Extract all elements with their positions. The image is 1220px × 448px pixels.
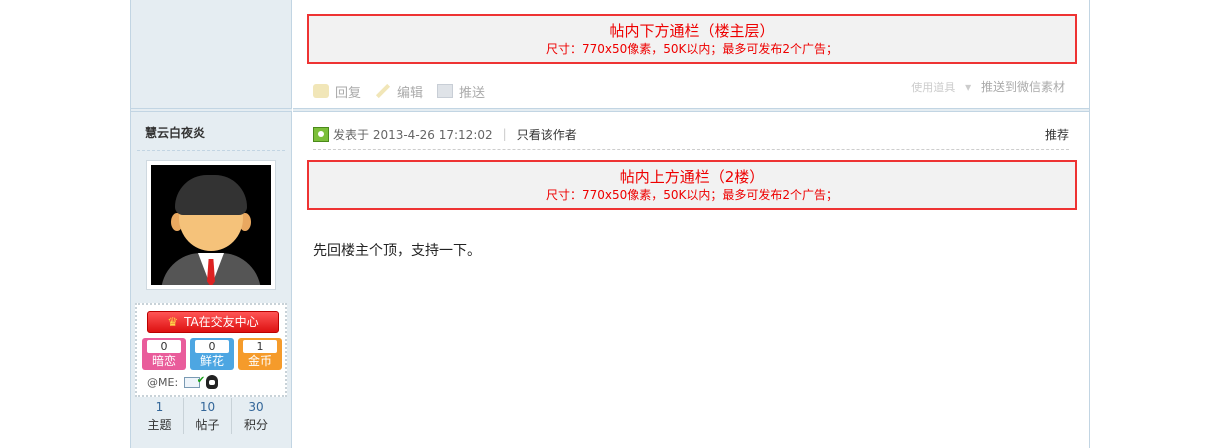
post-tools-right: 使用道具 ▾ 推送到微信素材: [911, 78, 1065, 95]
stat-value: 0: [195, 340, 229, 353]
post-date: 发表于 2013-4-26 17:12:02: [333, 127, 493, 142]
avatar[interactable]: [146, 160, 276, 290]
edit-label: 编辑: [397, 85, 424, 101]
count-label: 积分: [243, 418, 268, 432]
push-button[interactable]: 推送: [437, 80, 485, 102]
author-only-link[interactable]: 只看该作者: [517, 126, 577, 143]
post-header: 发表于 2013-4-26 17:12:02 | 只看该作者 推荐: [313, 124, 1069, 144]
mail-icon[interactable]: [184, 375, 205, 388]
ad-banner-top[interactable]: 帖内下方通栏（楼主层） 尺寸：770x50像素，50K以内；最多可发布2个广告；: [307, 14, 1077, 64]
stat-label: 鲜花: [199, 354, 224, 368]
reply-label: 回复: [335, 85, 362, 101]
stat-value: 0: [147, 340, 181, 353]
count-posts[interactable]: 10 帖子: [184, 398, 232, 434]
avatar-image: [151, 165, 271, 285]
dating-card: ♛ TA在交友中心 0 暗恋 0 鲜花 1 金币 @ME:: [135, 303, 287, 397]
stat-secret-love[interactable]: 0 暗恋: [142, 338, 186, 370]
push-label: 推送: [459, 85, 486, 101]
reply-icon: [313, 84, 329, 98]
ad-title: 帖内上方通栏（2楼）: [619, 168, 765, 186]
count-threads[interactable]: 1 主题: [136, 398, 184, 434]
edit-button[interactable]: 编辑: [375, 80, 423, 102]
floor-separator: [293, 108, 1089, 112]
stat-coins[interactable]: 1 金币: [238, 338, 282, 370]
post-table: 慧云白夜炎 ♛ TA在交友中心 0 暗恋 0 鲜花 1 金币 @ME: ✔ 1 …: [130, 0, 1090, 448]
count-value: 10: [199, 400, 216, 414]
stat-flowers[interactable]: 0 鲜花: [190, 338, 234, 370]
ad-subtitle: 尺寸：770x50像素，50K以内；最多可发布2个广告；: [545, 42, 839, 56]
me-label: @ME:: [147, 375, 179, 389]
me-row: @ME:: [147, 375, 219, 389]
author-name[interactable]: 慧云白夜炎: [145, 124, 205, 141]
author-sidebar: 慧云白夜炎 ♛ TA在交友中心 0 暗恋 0 鲜花 1 金币 @ME: ✔ 1 …: [131, 0, 292, 448]
floor-separator-side: [131, 108, 292, 112]
push-wechat-link[interactable]: 推送到微信素材: [981, 80, 1065, 94]
use-tool-link[interactable]: 使用道具: [911, 81, 955, 94]
divider: [313, 149, 1069, 150]
count-value: 30: [248, 400, 264, 414]
count-label: 帖子: [195, 418, 220, 432]
divider: |: [502, 127, 507, 141]
ad-banner-floor2[interactable]: 帖内上方通栏（2楼） 尺寸：770x50像素，50K以内；最多可发布2个广告；: [307, 160, 1077, 210]
post-actions: 回复 编辑 推送: [313, 80, 485, 102]
stat-value: 1: [243, 340, 277, 353]
ad-title: 帖内下方通栏（楼主层）: [609, 22, 775, 40]
pencil-icon: [375, 83, 391, 99]
count-points[interactable]: 30 积分: [232, 398, 280, 434]
post-content: 先回楼主个顶，支持一下。: [313, 243, 481, 259]
user-counts: 1 主题 10 帖子 30 积分: [136, 398, 286, 434]
push-icon: [437, 84, 454, 98]
divider: [137, 150, 285, 151]
ad-subtitle: 尺寸：770x50像素，50K以内；最多可发布2个广告；: [545, 188, 839, 202]
recommend-link[interactable]: 推荐: [1045, 126, 1069, 143]
count-value: 1: [155, 400, 164, 414]
post-main: 帖内下方通栏（楼主层） 尺寸：770x50像素，50K以内；最多可发布2个广告；…: [293, 0, 1089, 448]
count-label: 主题: [147, 418, 172, 432]
ta-dating-center-button[interactable]: ♛ TA在交友中心: [147, 311, 279, 333]
reply-button[interactable]: 回复: [313, 80, 361, 102]
stat-label: 暗恋: [151, 354, 176, 368]
stat-label: 金币: [247, 354, 272, 368]
chevron-down-icon: ▾: [965, 80, 972, 94]
online-status-icon: [313, 126, 329, 142]
ta-button-label: TA在交友中心: [184, 315, 259, 329]
crown-icon: ♛: [167, 315, 179, 329]
qq-icon[interactable]: [206, 375, 219, 389]
